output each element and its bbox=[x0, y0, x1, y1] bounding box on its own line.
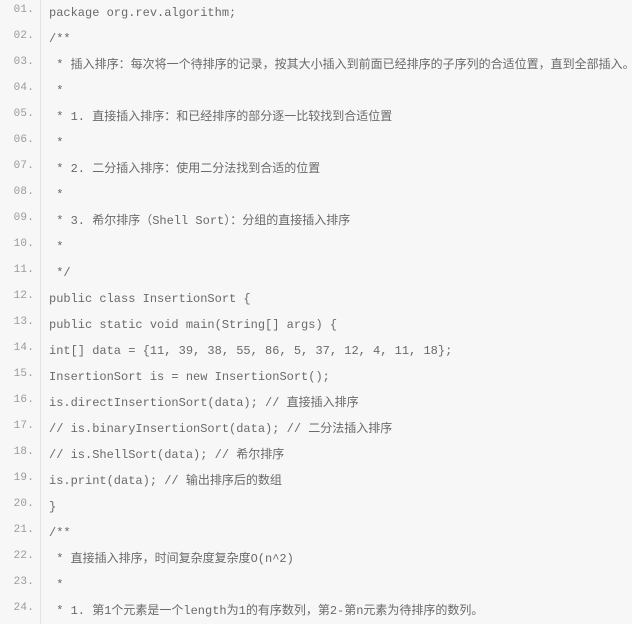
line-code: public class InsertionSort { bbox=[41, 286, 632, 312]
line-code: * 3. 希尔排序（Shell Sort）：分组的直接插入排序 bbox=[41, 208, 632, 234]
line-code: * 1. 直接插入排序：和已经排序的部分逐一比较找到合适位置 bbox=[41, 104, 632, 130]
line-number: 09. bbox=[0, 208, 41, 234]
code-row: 03. * 插入排序：每次将一个待排序的记录，按其大小插入到前面已经排序的子序列… bbox=[0, 52, 632, 78]
line-code: * bbox=[41, 572, 632, 598]
line-code: int[] data = {11, 39, 38, 55, 86, 5, 37,… bbox=[41, 338, 632, 364]
line-number: 08. bbox=[0, 182, 41, 208]
line-code: * 1. 第1个元素是一个length为1的有序数列，第2-第n元素为待排序的数… bbox=[41, 598, 632, 624]
line-code: public static void main(String[] args) { bbox=[41, 312, 632, 338]
code-row: 09. * 3. 希尔排序（Shell Sort）：分组的直接插入排序 bbox=[0, 208, 632, 234]
code-row: 19.is.print(data); // 输出排序后的数组 bbox=[0, 468, 632, 494]
line-number: 12. bbox=[0, 286, 41, 312]
code-row: 15.InsertionSort is = new InsertionSort(… bbox=[0, 364, 632, 390]
line-number: 17. bbox=[0, 416, 41, 442]
line-code: * 2. 二分插入排序：使用二分法找到合适的位置 bbox=[41, 156, 632, 182]
code-row: 04. * bbox=[0, 78, 632, 104]
line-code: // is.binaryInsertionSort(data); // 二分法插… bbox=[41, 416, 632, 442]
line-code: */ bbox=[41, 260, 632, 286]
code-row: 10. * bbox=[0, 234, 632, 260]
line-number: 18. bbox=[0, 442, 41, 468]
line-code: is.directInsertionSort(data); // 直接插入排序 bbox=[41, 390, 632, 416]
line-number: 13. bbox=[0, 312, 41, 338]
line-code: is.print(data); // 输出排序后的数组 bbox=[41, 468, 632, 494]
line-number: 01. bbox=[0, 0, 41, 26]
line-code: * bbox=[41, 78, 632, 104]
code-row: 21./** bbox=[0, 520, 632, 546]
line-code: // is.ShellSort(data); // 希尔排序 bbox=[41, 442, 632, 468]
line-number: 24. bbox=[0, 598, 41, 624]
line-number: 07. bbox=[0, 156, 41, 182]
code-row: 01.package org.rev.algorithm; bbox=[0, 0, 632, 26]
line-code: /** bbox=[41, 520, 632, 546]
line-number: 16. bbox=[0, 390, 41, 416]
line-code: } bbox=[41, 494, 632, 520]
code-row: 05. * 1. 直接插入排序：和已经排序的部分逐一比较找到合适位置 bbox=[0, 104, 632, 130]
line-number: 23. bbox=[0, 572, 41, 598]
line-code: package org.rev.algorithm; bbox=[41, 0, 632, 26]
line-code: InsertionSort is = new InsertionSort(); bbox=[41, 364, 632, 390]
line-code: * 插入排序：每次将一个待排序的记录，按其大小插入到前面已经排序的子序列的合适位… bbox=[41, 52, 632, 78]
line-number: 15. bbox=[0, 364, 41, 390]
code-row: 13.public static void main(String[] args… bbox=[0, 312, 632, 338]
code-row: 22. * 直接插入排序，时间复杂度复杂度O(n^2) bbox=[0, 546, 632, 572]
line-number: 21. bbox=[0, 520, 41, 546]
line-number: 11. bbox=[0, 260, 41, 286]
line-code: /** bbox=[41, 26, 632, 52]
line-code: * bbox=[41, 130, 632, 156]
line-number: 14. bbox=[0, 338, 41, 364]
code-row: 18.// is.ShellSort(data); // 希尔排序 bbox=[0, 442, 632, 468]
code-row: 17.// is.binaryInsertionSort(data); // 二… bbox=[0, 416, 632, 442]
line-code: * bbox=[41, 234, 632, 260]
code-row: 24. * 1. 第1个元素是一个length为1的有序数列，第2-第n元素为待… bbox=[0, 598, 632, 624]
line-number: 10. bbox=[0, 234, 41, 260]
line-number: 02. bbox=[0, 26, 41, 52]
code-row: 11. */ bbox=[0, 260, 632, 286]
code-row: 14.int[] data = {11, 39, 38, 55, 86, 5, … bbox=[0, 338, 632, 364]
line-number: 03. bbox=[0, 52, 41, 78]
code-row: 02./** bbox=[0, 26, 632, 52]
code-row: 20.} bbox=[0, 494, 632, 520]
line-code: * bbox=[41, 182, 632, 208]
code-row: 23. * bbox=[0, 572, 632, 598]
line-code: * 直接插入排序，时间复杂度复杂度O(n^2) bbox=[41, 546, 632, 572]
line-number: 22. bbox=[0, 546, 41, 572]
code-row: 08. * bbox=[0, 182, 632, 208]
code-row: 16.is.directInsertionSort(data); // 直接插入… bbox=[0, 390, 632, 416]
line-number: 19. bbox=[0, 468, 41, 494]
code-row: 06. * bbox=[0, 130, 632, 156]
line-number: 05. bbox=[0, 104, 41, 130]
code-row: 12.public class InsertionSort { bbox=[0, 286, 632, 312]
line-number: 20. bbox=[0, 494, 41, 520]
code-listing: 01.package org.rev.algorithm;02./**03. *… bbox=[0, 0, 632, 624]
code-row: 07. * 2. 二分插入排序：使用二分法找到合适的位置 bbox=[0, 156, 632, 182]
line-number: 06. bbox=[0, 130, 41, 156]
line-number: 04. bbox=[0, 78, 41, 104]
